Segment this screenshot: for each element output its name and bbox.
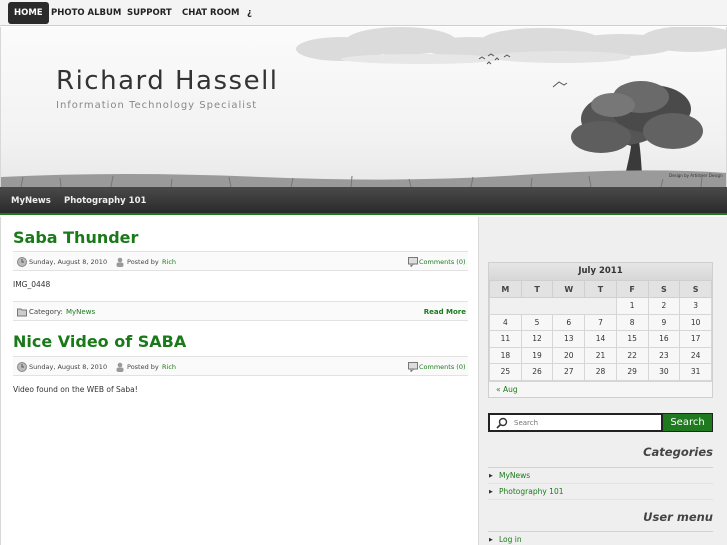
comments-link[interactable]: Comments (0) bbox=[419, 363, 466, 371]
read-more-link[interactable]: Read More bbox=[424, 308, 466, 316]
category-item[interactable]: MyNews bbox=[488, 468, 713, 484]
site-subtitle: Information Technology Specialist bbox=[56, 100, 258, 111]
tree-icon bbox=[571, 81, 703, 185]
calendar-day: 15 bbox=[615, 330, 649, 348]
calendar-day: 13 bbox=[552, 330, 586, 348]
calendar-day: 20 bbox=[552, 346, 586, 364]
calendar-day: 3 bbox=[679, 297, 712, 315]
category-link[interactable]: MyNews bbox=[66, 308, 95, 316]
site-title[interactable]: Richard Hassell bbox=[56, 66, 279, 96]
post-title[interactable]: Nice Video of SABA bbox=[13, 332, 186, 351]
weekday-header: M bbox=[489, 280, 522, 298]
top-navigation: HOME PHOTO ALBUM SUPPORT CHAT ROOM ¿ bbox=[0, 0, 727, 26]
subnav-photography-101[interactable]: Photography 101 bbox=[64, 187, 146, 215]
calendar-day: 16 bbox=[647, 330, 681, 348]
post-footer: Category: MyNews Read More bbox=[13, 301, 468, 321]
calendar-day: 22 bbox=[615, 346, 649, 364]
weekday-header: S bbox=[679, 280, 712, 298]
secondary-navigation: MyNews Photography 101 bbox=[0, 187, 727, 215]
login-link[interactable]: Log in bbox=[488, 532, 713, 545]
comments-icon bbox=[408, 257, 418, 267]
calendar-day: 7 bbox=[584, 313, 617, 331]
search-form: Search bbox=[488, 413, 713, 432]
date-icon bbox=[17, 257, 27, 267]
calendar-day: 28 bbox=[584, 363, 617, 381]
calendar-day: 30 bbox=[647, 363, 681, 381]
folder-icon bbox=[17, 308, 27, 317]
calendar-day: 2 bbox=[647, 297, 681, 315]
calendar-day: 18 bbox=[489, 346, 522, 364]
calendar-month: July 2011 bbox=[489, 263, 712, 280]
search-button[interactable]: Search bbox=[661, 414, 712, 431]
calendar-day: 6 bbox=[552, 313, 586, 331]
post-title[interactable]: Saba Thunder bbox=[13, 228, 138, 247]
weekday-header: F bbox=[615, 280, 649, 298]
calendar-day: 1 bbox=[615, 297, 649, 315]
calendar-day: 26 bbox=[520, 363, 554, 381]
calendar-day: 27 bbox=[552, 363, 586, 381]
categories-title: Categories bbox=[643, 445, 713, 459]
user-menu-title: User menu bbox=[643, 510, 713, 524]
post-author-link[interactable]: Rich bbox=[162, 258, 176, 266]
post-body: IMG_0448 bbox=[13, 280, 51, 289]
calendar-prev-link[interactable]: « Aug bbox=[489, 380, 712, 397]
site-header: Design by Artisteer Design Richard Hasse… bbox=[0, 27, 727, 187]
calendar-day: 4 bbox=[489, 313, 522, 331]
calendar-day: 31 bbox=[679, 363, 712, 381]
weekday-header: T bbox=[520, 280, 554, 298]
calendar-day: 14 bbox=[584, 330, 617, 348]
nav-support[interactable]: SUPPORT bbox=[121, 2, 178, 24]
calendar-day: 10 bbox=[679, 313, 712, 331]
subnav-mynews[interactable]: MyNews bbox=[11, 187, 51, 215]
author-icon bbox=[116, 257, 124, 267]
comments-link[interactable]: Comments (0) bbox=[419, 258, 466, 266]
art-credit: Design by Artisteer Design bbox=[669, 173, 723, 178]
post-author-link[interactable]: Rich bbox=[162, 363, 176, 371]
weekday-header: T bbox=[584, 280, 617, 298]
calendar-day: 24 bbox=[679, 346, 712, 364]
calendar-day: 23 bbox=[647, 346, 681, 364]
weekday-header: W bbox=[552, 280, 586, 298]
nav-home[interactable]: HOME bbox=[8, 2, 49, 24]
author-icon bbox=[116, 362, 124, 372]
post-meta: Sunday, August 8, 2010 Posted by Rich Co… bbox=[13, 251, 468, 271]
categories-list: MyNews Photography 101 bbox=[488, 467, 713, 500]
post-body: Video found on the WEB of Saba! bbox=[13, 385, 138, 394]
calendar-day: 21 bbox=[584, 346, 617, 364]
nav-extra[interactable]: ¿ bbox=[241, 2, 258, 24]
calendar-day: 25 bbox=[489, 363, 522, 381]
calendar-day: 11 bbox=[489, 330, 522, 348]
comments-icon bbox=[408, 362, 418, 372]
calendar-pad bbox=[489, 297, 617, 315]
calendar-day: 17 bbox=[679, 330, 712, 348]
calendar-day: 8 bbox=[615, 313, 649, 331]
calendar-day: 5 bbox=[520, 313, 554, 331]
posted-by-label: Posted by bbox=[127, 363, 159, 371]
sidebar: July 2011 M T W T F S S 1 2 3 4 5 6 7 8 … bbox=[478, 217, 727, 545]
search-icon bbox=[496, 417, 508, 429]
category-item[interactable]: Photography 101 bbox=[488, 484, 713, 500]
user-menu-list: Log in bbox=[488, 531, 713, 545]
posted-by-label: Posted by bbox=[127, 258, 159, 266]
post-date: Sunday, August 8, 2010 bbox=[29, 258, 108, 266]
calendar-grid: M T W T F S S 1 2 3 4 5 6 7 8 9 10 11 12… bbox=[489, 280, 712, 381]
weekday-header: S bbox=[647, 280, 681, 298]
post-meta: Sunday, August 8, 2010 Posted by Rich Co… bbox=[13, 356, 468, 376]
date-icon bbox=[17, 362, 27, 372]
calendar-day: 19 bbox=[520, 346, 554, 364]
calendar-widget: July 2011 M T W T F S S 1 2 3 4 5 6 7 8 … bbox=[488, 262, 713, 398]
main-content: Saba Thunder Sunday, August 8, 2010 Post… bbox=[0, 217, 477, 545]
post-date: Sunday, August 8, 2010 bbox=[29, 363, 108, 371]
nav-chat-room[interactable]: CHAT ROOM bbox=[176, 2, 245, 24]
calendar-day: 9 bbox=[647, 313, 681, 331]
category-label: Category: bbox=[29, 308, 63, 316]
search-input[interactable] bbox=[514, 417, 659, 429]
calendar-day: 12 bbox=[520, 330, 554, 348]
nav-photo-album[interactable]: PHOTO ALBUM bbox=[45, 2, 127, 24]
calendar-day: 29 bbox=[615, 363, 649, 381]
